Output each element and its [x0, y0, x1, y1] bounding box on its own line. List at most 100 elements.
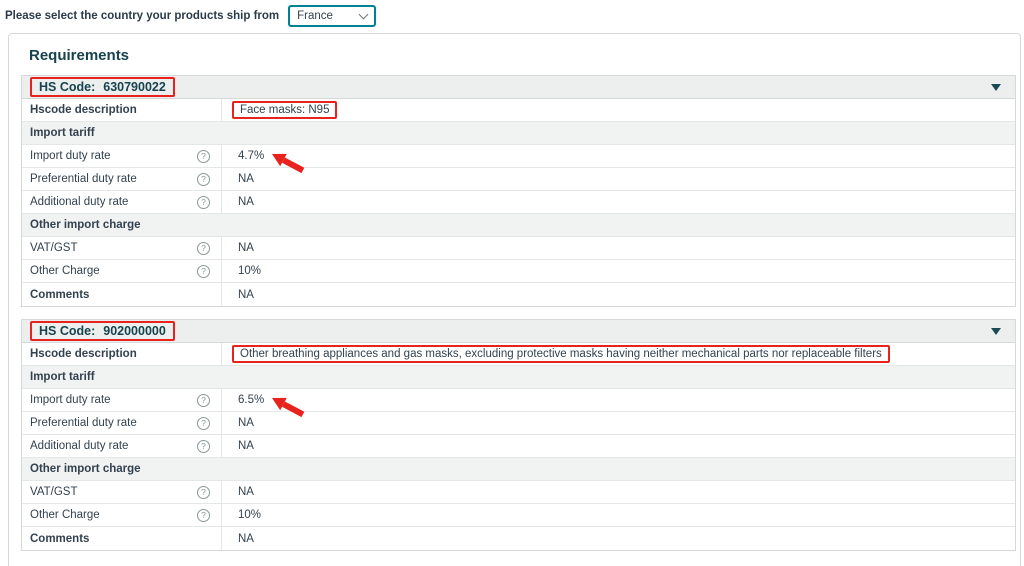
- hs-code-value: 630790022: [103, 80, 166, 94]
- section-label: Other import charge: [30, 463, 141, 475]
- row-value-cell: NA: [222, 435, 1015, 457]
- help-icon[interactable]: ?: [197, 394, 210, 407]
- help-icon[interactable]: ?: [197, 173, 210, 186]
- requirements-card: Requirements HS Code: 630790022 Hscode d…: [8, 33, 1021, 566]
- row-value: 10%: [238, 509, 261, 521]
- ship-from-selected-value: France: [297, 10, 333, 22]
- row-value-cell: NA: [222, 412, 1015, 434]
- row-value-cell: NA: [222, 237, 1015, 259]
- row-label: Comments: [30, 533, 89, 545]
- row-label-cell: Additional duty rate ?: [22, 435, 222, 457]
- row-value-cell: NA: [222, 191, 1015, 213]
- row-value-cell: 10%: [222, 504, 1015, 526]
- help-icon[interactable]: ?: [197, 440, 210, 453]
- help-icon[interactable]: ?: [197, 486, 210, 499]
- page-title: Requirements: [29, 47, 1020, 64]
- row-label-cell: Import duty rate ?: [22, 145, 222, 167]
- row-label: Import duty rate: [30, 394, 111, 406]
- row-value-cell: Face masks: N95: [222, 99, 1015, 121]
- chevron-down-icon[interactable]: [991, 328, 1001, 335]
- row-label-cell: Additional duty rate ?: [22, 191, 222, 213]
- table-row: Comments ? NA: [22, 527, 1015, 550]
- hs-code-value: 902000000: [103, 324, 166, 338]
- table-row: Other Charge ? 10%: [22, 504, 1015, 527]
- row-value: NA: [238, 440, 254, 452]
- table-row: Comments ? NA: [22, 283, 1015, 306]
- table-row: Preferential duty rate ? NA: [22, 168, 1015, 191]
- help-icon[interactable]: ?: [197, 196, 210, 209]
- row-label-cell: Other Charge ?: [22, 260, 222, 282]
- row-label-cell: VAT/GST ?: [22, 237, 222, 259]
- panel-rows: Hscode description ? Other breathing app…: [22, 343, 1015, 550]
- row-value-cell: 4.7%: [222, 145, 1015, 167]
- row-value-cell: 10%: [222, 260, 1015, 282]
- table-row: Additional duty rate ? NA: [22, 435, 1015, 458]
- table-row: VAT/GST ? NA: [22, 481, 1015, 504]
- table-row: Preferential duty rate ? NA: [22, 412, 1015, 435]
- ship-from-label: Please select the country your products …: [5, 10, 279, 22]
- row-label: Additional duty rate: [30, 440, 128, 452]
- row-label-cell: Comments ?: [22, 527, 222, 550]
- row-value: NA: [238, 196, 254, 208]
- row-label: Other Charge: [30, 509, 100, 521]
- ship-from-bar: Please select the country your products …: [0, 0, 1024, 27]
- table-row: Hscode description ? Other breathing app…: [22, 343, 1015, 366]
- row-label: Hscode description: [30, 348, 137, 360]
- row-label: Other Charge: [30, 265, 100, 277]
- row-label: Additional duty rate: [30, 196, 128, 208]
- row-label: Import duty rate: [30, 150, 111, 162]
- row-value: 4.7%: [238, 150, 264, 162]
- section-header-row: Other import charge: [22, 214, 1015, 237]
- row-value: Face masks: N95: [232, 101, 337, 119]
- row-label: Preferential duty rate: [30, 417, 137, 429]
- help-icon[interactable]: ?: [197, 265, 210, 278]
- hs-code-panel: HS Code: 630790022 Hscode description ? …: [21, 75, 1016, 307]
- hs-code-panels: HS Code: 630790022 Hscode description ? …: [9, 75, 1020, 551]
- row-label: VAT/GST: [30, 242, 78, 254]
- table-row: VAT/GST ? NA: [22, 237, 1015, 260]
- section-header-row: Import tariff: [22, 122, 1015, 145]
- section-label: Import tariff: [30, 371, 95, 383]
- table-row: Import duty rate ? 4.7%: [22, 145, 1015, 168]
- row-value: NA: [238, 417, 254, 429]
- row-label: Comments: [30, 289, 89, 301]
- row-label-cell: Preferential duty rate ?: [22, 168, 222, 190]
- row-value-cell: Other breathing appliances and gas masks…: [222, 343, 1015, 365]
- row-value-cell: NA: [222, 283, 1015, 306]
- arrow-head-icon: [269, 392, 287, 410]
- section-label: Import tariff: [30, 127, 95, 139]
- help-icon[interactable]: ?: [197, 242, 210, 255]
- row-label: VAT/GST: [30, 486, 78, 498]
- hs-code-label: HS Code:: [39, 324, 95, 338]
- row-value: NA: [238, 289, 254, 301]
- hs-code-title: HS Code: 902000000: [30, 321, 175, 341]
- hs-code-panel-header[interactable]: HS Code: 630790022: [22, 76, 1015, 99]
- ship-from-select[interactable]: France: [288, 5, 376, 27]
- section-header-row: Other import charge: [22, 458, 1015, 481]
- row-value-cell: NA: [222, 168, 1015, 190]
- table-row: Other Charge ? 10%: [22, 260, 1015, 283]
- row-value: NA: [238, 486, 254, 498]
- row-label-cell: Other Charge ?: [22, 504, 222, 526]
- help-icon[interactable]: ?: [197, 150, 210, 163]
- hs-code-panel-header[interactable]: HS Code: 902000000: [22, 320, 1015, 343]
- chevron-down-icon: [359, 10, 369, 20]
- row-label: Preferential duty rate: [30, 173, 137, 185]
- table-row: Import duty rate ? 6.5%: [22, 389, 1015, 412]
- row-label-cell: Import duty rate ?: [22, 389, 222, 411]
- hs-code-label: HS Code:: [39, 80, 95, 94]
- chevron-down-icon[interactable]: [991, 84, 1001, 91]
- hs-code-title: HS Code: 630790022: [30, 77, 175, 97]
- row-value-cell: NA: [222, 527, 1015, 550]
- panel-rows: Hscode description ? Face masks: N95 Imp…: [22, 99, 1015, 306]
- section-label: Other import charge: [30, 219, 141, 231]
- row-label-cell: Hscode description ?: [22, 99, 222, 121]
- table-row: Additional duty rate ? NA: [22, 191, 1015, 214]
- row-value-cell: NA: [222, 481, 1015, 503]
- section-header-row: Import tariff: [22, 366, 1015, 389]
- row-value: NA: [238, 533, 254, 545]
- help-icon[interactable]: ?: [197, 509, 210, 522]
- row-value-cell: 6.5%: [222, 389, 1015, 411]
- help-icon[interactable]: ?: [197, 417, 210, 430]
- row-value: 10%: [238, 265, 261, 277]
